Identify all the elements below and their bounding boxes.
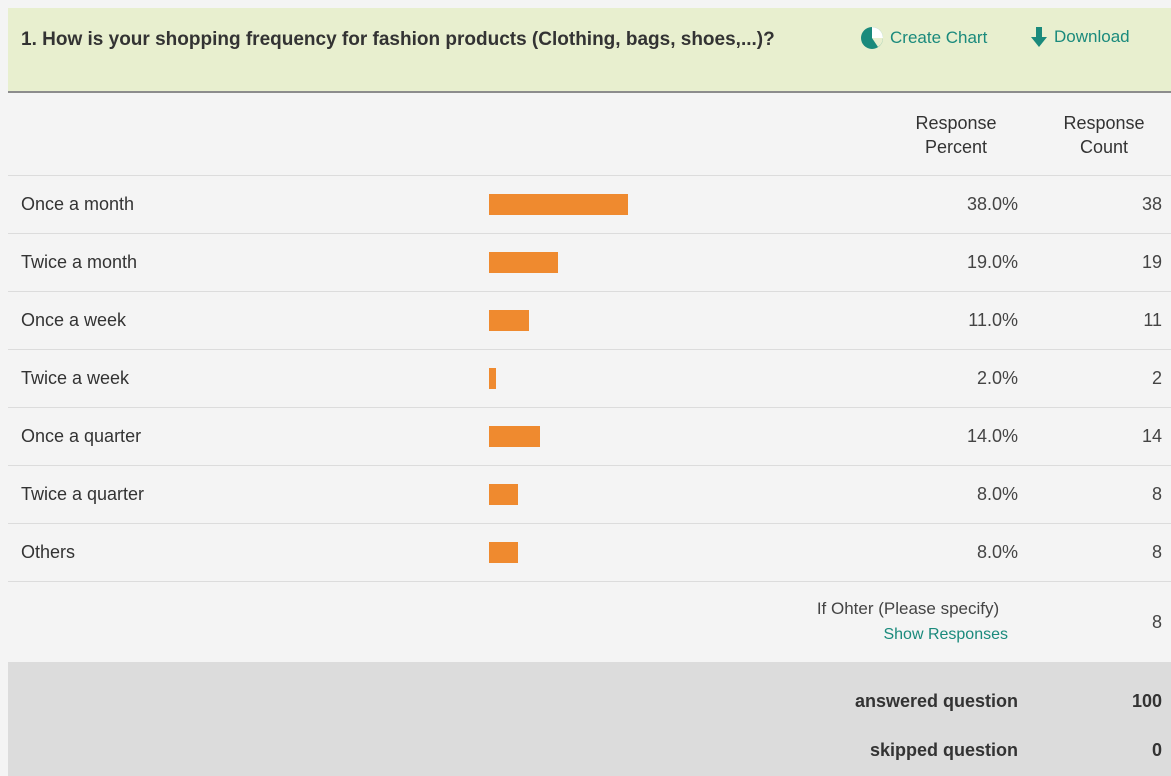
response-percent: 2.0%	[976, 368, 1018, 388]
response-count: 8	[1151, 542, 1162, 562]
download-label: Download	[1054, 27, 1130, 46]
answered-question-value: 100	[1131, 691, 1162, 711]
skipped-question-label: skipped question	[869, 740, 1018, 760]
response-bar	[489, 310, 529, 331]
other-specify-row: If Ohter (Please specify) Show Responses…	[8, 583, 1171, 663]
survey-result-panel: 1. How is your shopping frequency for fa…	[0, 0, 1171, 776]
response-percent: 11.0%	[968, 310, 1018, 330]
response-row: Once a month 38.0% 38	[8, 176, 1171, 234]
response-count: 14	[1141, 426, 1162, 446]
response-bar-track	[489, 542, 889, 563]
answer-label: Others	[21, 542, 76, 562]
response-percent: 14.0%	[966, 426, 1018, 446]
response-bar-track	[489, 426, 889, 447]
create-chart-button[interactable]: Create Chart	[860, 26, 987, 50]
response-count: 8	[1151, 484, 1162, 504]
response-count: 2	[1151, 368, 1162, 388]
pie-chart-icon	[861, 27, 883, 49]
response-row: Twice a week 2.0% 2	[8, 350, 1171, 408]
response-bar-track	[489, 368, 889, 389]
response-bar-track	[489, 252, 889, 273]
answer-label: Once a week	[21, 310, 127, 330]
show-responses-link[interactable]: Show Responses	[883, 626, 1008, 644]
response-bar-track	[489, 484, 889, 505]
other-response-count: 8	[1151, 612, 1162, 632]
response-row: Once a quarter 14.0% 14	[8, 408, 1171, 466]
response-bar-track	[489, 310, 889, 331]
response-count: 11	[1143, 310, 1162, 330]
response-row: Others 8.0% 8	[8, 524, 1171, 582]
answer-label: Twice a month	[21, 252, 138, 272]
response-count: 19	[1141, 252, 1162, 272]
response-percent: 8.0%	[976, 484, 1018, 504]
create-chart-label: Create Chart	[890, 28, 988, 47]
question-header: 1. How is your shopping frequency for fa…	[8, 8, 1171, 93]
response-percent-header: Response Percent	[915, 113, 997, 157]
skipped-question-value: 0	[1151, 740, 1162, 760]
answer-label: Once a month	[21, 194, 135, 214]
response-bar	[489, 368, 496, 389]
response-bar-track	[489, 194, 889, 215]
answered-question-label: answered question	[854, 691, 1018, 711]
response-bar	[489, 484, 518, 505]
response-summary: answered question 100 skipped question 0	[8, 663, 1171, 776]
response-row: Twice a quarter 8.0% 8	[8, 466, 1171, 524]
response-row: Twice a month 19.0% 19	[8, 234, 1171, 292]
other-specify-label: If Ohter (Please specify)	[816, 599, 1000, 618]
response-bar	[489, 426, 540, 447]
response-percent: 19.0%	[966, 252, 1018, 272]
answer-label: Twice a week	[21, 368, 130, 388]
response-bar	[489, 194, 628, 215]
response-bar	[489, 252, 558, 273]
answer-label: Twice a quarter	[21, 484, 145, 504]
response-count: 38	[1141, 194, 1162, 214]
response-bar	[489, 542, 518, 563]
download-arrow-icon	[1031, 27, 1047, 47]
question-title: 1. How is your shopping frequency for fa…	[21, 29, 775, 50]
response-row: Once a week 11.0% 11	[8, 292, 1171, 350]
download-button[interactable]: Download	[1030, 26, 1130, 48]
column-header-row: Response Percent Response Count	[8, 93, 1171, 176]
response-percent: 8.0%	[976, 542, 1018, 562]
response-percent: 38.0%	[966, 194, 1018, 214]
response-count-header: Response Count	[1063, 113, 1145, 157]
answer-label: Once a quarter	[21, 426, 142, 446]
